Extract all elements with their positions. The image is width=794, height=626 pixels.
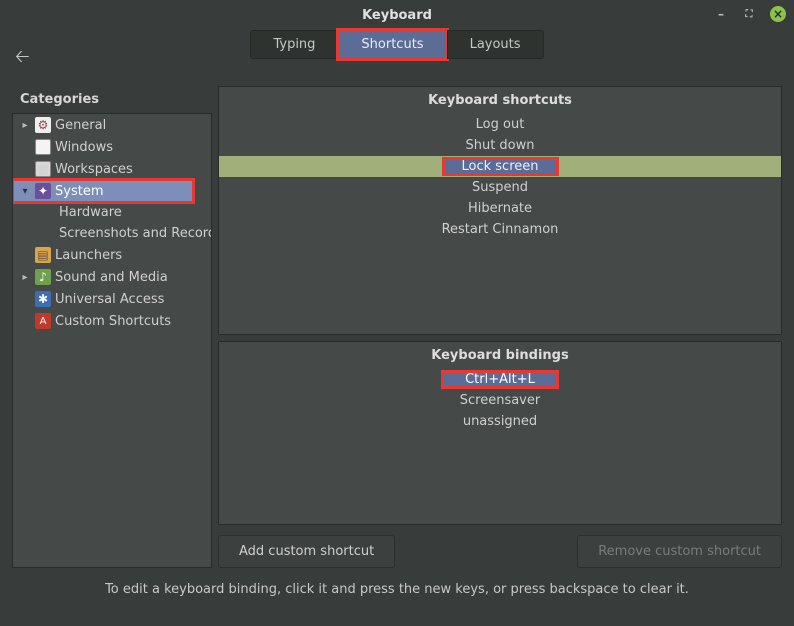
sound-icon: ♪ xyxy=(35,269,51,285)
bindings-title: Keyboard bindings xyxy=(219,342,781,369)
shortcut-item-restart[interactable]: Restart Cinnamon xyxy=(219,219,781,240)
sidebar-item-sound[interactable]: ▸ ♪ Sound and Media xyxy=(13,266,211,288)
sidebar-item-label: Workspaces xyxy=(55,162,133,177)
shortcut-item-label: Lock screen xyxy=(444,159,557,174)
window-titlebar: Keyboard – ⛶ × xyxy=(0,0,794,30)
tab-bar: Typing Shortcuts Layouts xyxy=(0,30,794,59)
content-area: Categories ▸ ⚙ General Windows ▦ Workspa… xyxy=(0,74,794,572)
launchers-icon: ▤ xyxy=(35,247,51,263)
sidebar-item-workspaces[interactable]: ▦ Workspaces xyxy=(13,158,211,180)
sidebar-item-hardware[interactable]: Hardware xyxy=(13,202,211,223)
tab-typing[interactable]: Typing xyxy=(250,30,338,59)
sidebar-item-screenshots[interactable]: Screenshots and Recording xyxy=(13,223,211,244)
custom-icon: A xyxy=(35,313,51,329)
sidebar-item-launchers[interactable]: ▤ Launchers xyxy=(13,244,211,266)
chevron-right-icon[interactable]: ▸ xyxy=(19,272,31,283)
sidebar-item-windows[interactable]: Windows xyxy=(13,136,211,158)
chevron-right-icon[interactable]: ▸ xyxy=(19,120,31,131)
window-title: Keyboard xyxy=(362,8,432,23)
hint-text: To edit a keyboard binding, click it and… xyxy=(0,572,794,603)
shortcut-item-shutdown[interactable]: Shut down xyxy=(219,135,781,156)
binding-item-2[interactable]: unassigned xyxy=(219,411,781,432)
sidebar-item-system[interactable]: ▾ ✦ System xyxy=(13,180,193,202)
tab-shortcuts[interactable]: Shortcuts xyxy=(338,30,446,59)
shortcut-item-hibernate[interactable]: Hibernate xyxy=(219,198,781,219)
back-icon[interactable]: 🡠 xyxy=(15,44,30,74)
maximize-icon[interactable]: ⛶ xyxy=(742,7,756,21)
minimize-icon[interactable]: – xyxy=(714,7,728,21)
windows-icon xyxy=(35,139,51,155)
sidebar-item-label: Windows xyxy=(55,140,113,155)
sidebar-item-label: Sound and Media xyxy=(55,270,168,285)
bindings-panel: Keyboard bindings Ctrl+Alt+L Screensaver… xyxy=(218,341,782,525)
sidebar-item-label: Hardware xyxy=(59,205,122,220)
sidebar: Categories ▸ ⚙ General Windows ▦ Workspa… xyxy=(12,86,212,568)
window-controls: – ⛶ × xyxy=(714,6,786,22)
remove-shortcut-button: Remove custom shortcut xyxy=(577,535,782,568)
button-row: Add custom shortcut Remove custom shortc… xyxy=(218,531,782,568)
sidebar-item-label: System xyxy=(55,184,103,199)
sidebar-item-label: General xyxy=(55,118,106,133)
sidebar-item-label: Custom Shortcuts xyxy=(55,314,171,329)
tab-layouts[interactable]: Layouts xyxy=(447,30,544,59)
close-icon[interactable]: × xyxy=(770,6,786,22)
main-area: Keyboard shortcuts Log out Shut down Loc… xyxy=(218,86,782,568)
sidebar-body: ▸ ⚙ General Windows ▦ Workspaces ▾ ✦ Sys… xyxy=(12,113,212,568)
accessibility-icon: ✱ xyxy=(35,291,51,307)
sidebar-item-general[interactable]: ▸ ⚙ General xyxy=(13,114,211,136)
bindings-list: Ctrl+Alt+L Screensaver unassigned xyxy=(219,369,781,524)
sidebar-item-label: Launchers xyxy=(55,248,122,263)
general-icon: ⚙ xyxy=(35,117,51,133)
shortcut-item-logout[interactable]: Log out xyxy=(219,114,781,135)
add-shortcut-button[interactable]: Add custom shortcut xyxy=(218,535,395,568)
sidebar-item-label: Screenshots and Recording xyxy=(59,226,211,241)
binding-item-1[interactable]: Screensaver xyxy=(219,390,781,411)
binding-item-0[interactable]: Ctrl+Alt+L xyxy=(219,369,781,390)
sidebar-title: Categories xyxy=(12,86,212,113)
workspaces-icon: ▦ xyxy=(35,161,51,177)
shortcuts-panel: Keyboard shortcuts Log out Shut down Loc… xyxy=(218,86,782,335)
shortcuts-list: Log out Shut down Lock screen Suspend Hi… xyxy=(219,114,781,334)
toolbar: 🡠 Typing Shortcuts Layouts xyxy=(0,30,794,74)
chevron-down-icon[interactable]: ▾ xyxy=(19,186,31,197)
sidebar-item-label: Universal Access xyxy=(55,292,164,307)
binding-item-label: Ctrl+Alt+L xyxy=(443,372,557,387)
shortcuts-title: Keyboard shortcuts xyxy=(219,87,781,114)
system-icon: ✦ xyxy=(35,183,51,199)
sidebar-item-universal[interactable]: ✱ Universal Access xyxy=(13,288,211,310)
shortcut-item-suspend[interactable]: Suspend xyxy=(219,177,781,198)
sidebar-item-custom[interactable]: A Custom Shortcuts xyxy=(13,310,211,332)
shortcut-item-lockscreen[interactable]: Lock screen xyxy=(219,156,781,177)
